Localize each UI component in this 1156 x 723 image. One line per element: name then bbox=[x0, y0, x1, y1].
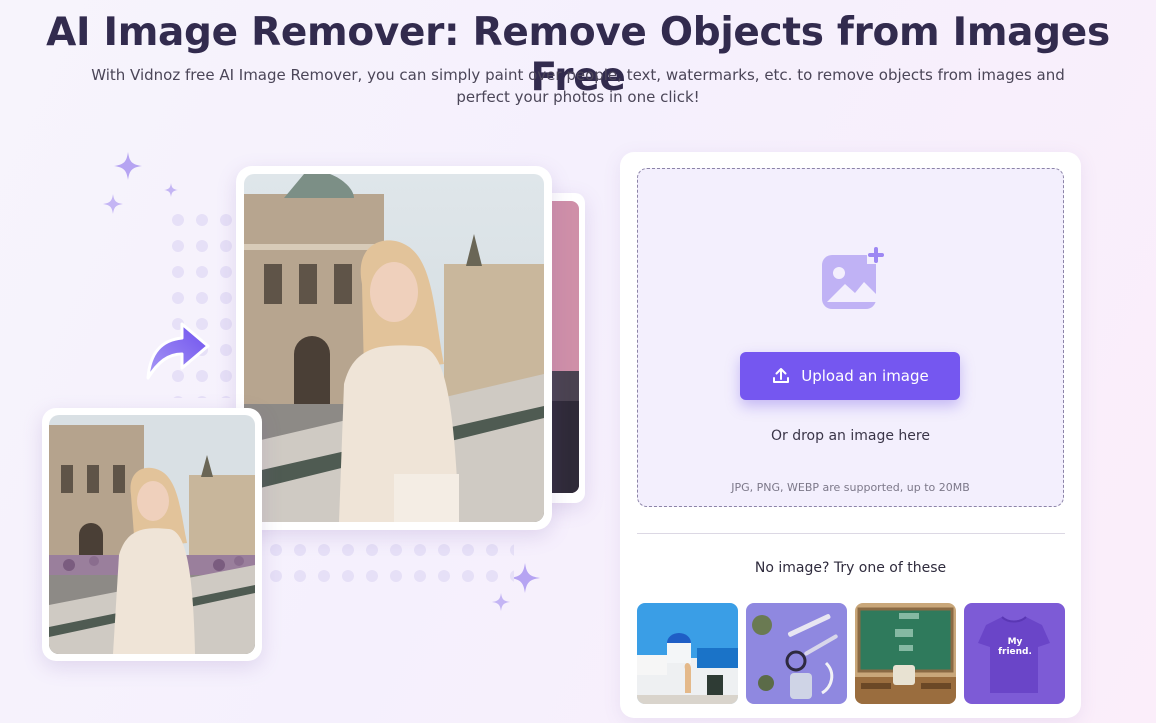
dot-pattern bbox=[264, 538, 514, 588]
sample-desk-objects[interactable] bbox=[746, 603, 847, 704]
original-photo bbox=[49, 415, 255, 654]
supported-formats-note: JPG, PNG, WEBP are supported, up to 20MB bbox=[731, 481, 970, 494]
upload-button-label: Upload an image bbox=[801, 367, 929, 385]
divider bbox=[637, 533, 1065, 534]
sample-chalkboard[interactable] bbox=[855, 603, 956, 704]
samples-title: No image? Try one of these bbox=[754, 560, 947, 576]
edited-photo bbox=[244, 174, 544, 522]
sample-santorini[interactable] bbox=[637, 603, 738, 704]
sparkle-icon bbox=[114, 152, 142, 180]
sparkle-icon bbox=[492, 593, 510, 611]
main-photo-card bbox=[236, 166, 552, 530]
original-photo-card bbox=[42, 408, 262, 661]
sparkle-icon bbox=[164, 183, 178, 197]
upload-image-button[interactable]: Upload an image bbox=[740, 352, 960, 400]
santorini-photo bbox=[637, 603, 738, 704]
chalkboard-photo bbox=[855, 603, 956, 704]
sample-tshirt[interactable]: My friend. bbox=[964, 603, 1065, 704]
tshirt-print-text: My friend. bbox=[998, 637, 1032, 657]
drop-zone[interactable]: Upload an image Or drop an image here JP… bbox=[637, 168, 1064, 507]
page-subtitle: With Vidnoz free AI Image Remover, you c… bbox=[91, 66, 1065, 106]
upload-icon bbox=[773, 368, 790, 383]
sparkle-icon bbox=[103, 194, 123, 214]
upload-panel: Upload an image Or drop an image here JP… bbox=[620, 152, 1081, 718]
desk-objects-photo bbox=[746, 603, 847, 704]
add-image-icon bbox=[822, 246, 885, 309]
sparkle-icon bbox=[510, 563, 540, 593]
drop-hint: Or drop an image here bbox=[771, 428, 930, 444]
arrow-icon bbox=[146, 322, 210, 380]
